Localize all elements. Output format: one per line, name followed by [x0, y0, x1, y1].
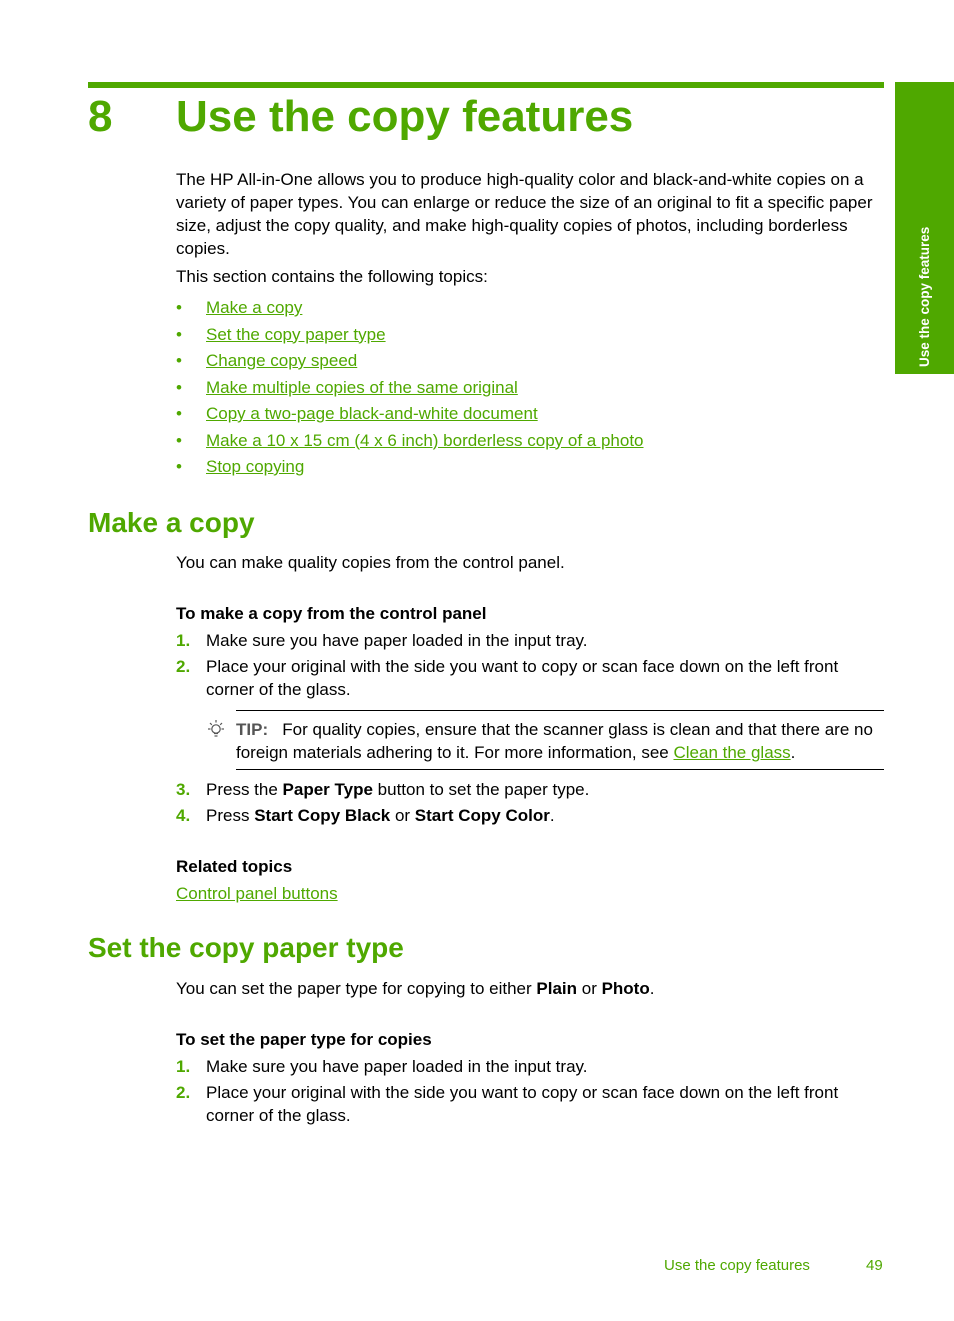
- paper-type-button-label: Paper Type: [282, 780, 373, 799]
- paper-type-intro: You can set the paper type for copying t…: [176, 977, 886, 1000]
- tip-end: .: [790, 743, 796, 762]
- bullet-icon: •: [176, 457, 182, 476]
- plain-option: Plain: [536, 979, 578, 998]
- chapter-number: 8: [88, 92, 113, 141]
- step-number: 2.: [176, 657, 191, 676]
- step-item: 1. Make sure you have paper loaded in the…: [176, 1055, 886, 1078]
- topic-link-stop-copying[interactable]: Stop copying: [206, 457, 304, 476]
- step-text: Make sure you have paper loaded in the i…: [206, 631, 588, 650]
- lightbulb-icon: [208, 720, 224, 737]
- bullet-icon: •: [176, 298, 182, 317]
- photo-option: Photo: [601, 979, 650, 998]
- topic-link-two-page-document[interactable]: Copy a two-page black-and-white document: [206, 404, 538, 423]
- topic-link-multiple-copies[interactable]: Make multiple copies of the same origina…: [206, 378, 518, 397]
- tip-box: TIP: For quality copies, ensure that the…: [236, 710, 884, 770]
- list-item: • Set the copy paper type: [176, 323, 644, 350]
- step-number: 2.: [176, 1083, 191, 1102]
- list-item: • Change copy speed: [176, 349, 644, 376]
- step-number: 3.: [176, 780, 191, 799]
- tip-text: TIP: For quality copies, ensure that the…: [236, 718, 884, 764]
- start-copy-black-label: Start Copy Black: [254, 806, 391, 825]
- control-panel-buttons-link[interactable]: Control panel buttons: [176, 884, 338, 903]
- step-text: Press the Paper Type button to set the p…: [206, 778, 886, 801]
- list-item: • Stop copying: [176, 455, 644, 482]
- chapter-title-text: Use the copy features: [176, 92, 634, 141]
- step-text: Place your original with the side you wa…: [206, 657, 839, 699]
- step-text: Press Start Copy Black or Start Copy Col…: [206, 804, 886, 827]
- intro-part: .: [649, 979, 655, 998]
- make-copy-intro: You can make quality copies from the con…: [176, 553, 565, 572]
- section-heading-make-a-copy: Make a copy: [88, 507, 255, 538]
- list-item: • Make a copy: [176, 296, 644, 323]
- step-number: 1.: [176, 1057, 191, 1076]
- step-text-part: .: [549, 806, 555, 825]
- bullet-icon: •: [176, 404, 182, 423]
- bullet-icon: •: [176, 377, 182, 397]
- intro-paragraph: The HP All-in-One allows you to produce …: [176, 170, 873, 258]
- topic-list: • Make a copy • Set the copy paper type • C…: [176, 296, 644, 482]
- topics-intro: This section contains the following topi…: [176, 267, 488, 286]
- list-item: • Make multiple copies of the same origin…: [176, 376, 644, 403]
- topic-link-make-a-copy[interactable]: Make a copy: [206, 298, 302, 317]
- side-tab: Use the copy features: [895, 82, 954, 374]
- intro-part: You can set the paper type for copying t…: [176, 979, 537, 998]
- step-text-part: or: [390, 806, 415, 825]
- bullet-icon: •: [176, 351, 182, 370]
- chapter-title: 8 Use the copy features: [88, 90, 633, 144]
- step-item: 2. Place your original with the side you …: [176, 655, 886, 701]
- step-item: 2. Place your original with the side you …: [176, 1081, 886, 1127]
- bullet-icon: •: [176, 430, 182, 450]
- chapter-rule: [88, 82, 884, 88]
- topic-link-set-paper-type[interactable]: Set the copy paper type: [206, 325, 386, 344]
- bullet-icon: •: [176, 324, 182, 344]
- step-text-part: Press the: [206, 780, 283, 799]
- step-text-part: Press: [206, 806, 255, 825]
- step-number: 1.: [176, 631, 191, 650]
- step-item: 3. Press the Paper Type button to set the…: [176, 778, 886, 801]
- start-copy-color-label: Start Copy Color: [414, 806, 550, 825]
- list-item: • Make a 10 x 15 cm (4 x 6 inch) borderle…: [176, 429, 644, 456]
- topic-link-borderless-photo[interactable]: Make a 10 x 15 cm (4 x 6 inch) borderles…: [206, 431, 644, 450]
- step-text-part: button to set the paper type.: [372, 780, 590, 799]
- related-topics-title: Related topics: [176, 857, 293, 876]
- step-item: 1. Make sure you have paper loaded in the…: [176, 629, 886, 652]
- related-topics: Control panel buttons: [176, 882, 886, 905]
- page-number: 49: [866, 1257, 883, 1274]
- section-heading-set-paper-type: Set the copy paper type: [88, 932, 404, 963]
- side-tab-label: Use the copy features: [917, 226, 932, 367]
- procedure-title: To set the paper type for copies: [176, 1030, 432, 1049]
- tip-label: TIP:: [236, 720, 269, 739]
- intro-part: or: [577, 979, 602, 998]
- step-number: 4.: [176, 806, 191, 825]
- list-item: • Copy a two-page black-and-white documen…: [176, 402, 644, 429]
- step-text: Make sure you have paper loaded in the i…: [206, 1057, 588, 1076]
- step-text: Place your original with the side you wa…: [206, 1083, 839, 1125]
- clean-glass-link[interactable]: Clean the glass: [673, 743, 790, 762]
- footer-section: Use the copy features: [664, 1257, 810, 1274]
- topic-link-change-copy-speed[interactable]: Change copy speed: [206, 351, 357, 370]
- step-item: 4. Press Start Copy Black or Start Copy C…: [176, 804, 886, 827]
- procedure-title: To make a copy from the control panel: [176, 604, 487, 623]
